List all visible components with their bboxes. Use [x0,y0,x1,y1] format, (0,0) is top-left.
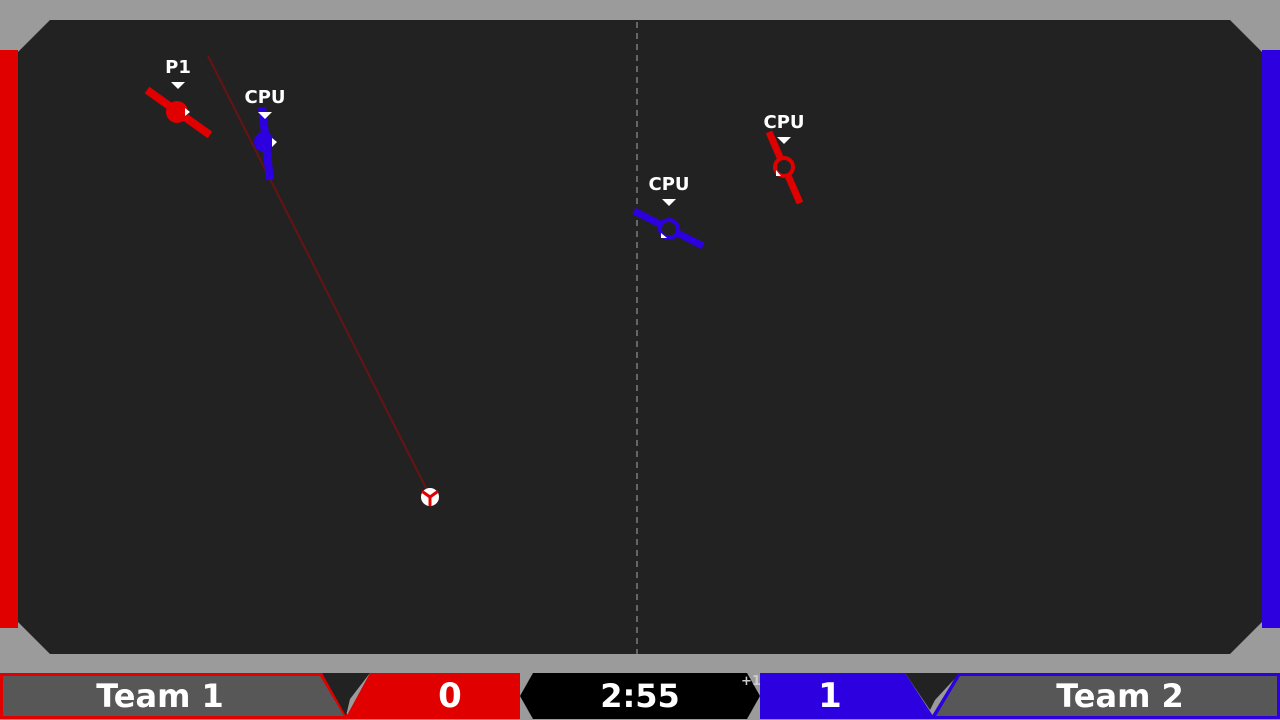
team1-goal-wall [0,50,18,628]
team2-score: 1 [818,676,842,716]
match-timer: 2:55 [600,677,680,715]
playing-field [18,20,1262,654]
ball-icon [421,488,439,507]
player-label-p1: P1 [165,57,191,78]
player-label-cpu: CPU [244,87,286,108]
player-label-cpu: CPU [763,112,805,133]
team1-score: 0 [438,676,462,716]
bonus-indicator: +1 [741,674,761,689]
team1-name: Team 1 [96,677,224,715]
game-canvas [0,0,1280,720]
player-label-cpu: CPU [648,174,690,195]
team2-name: Team 2 [1056,677,1184,715]
team2-goal-wall [1262,50,1280,628]
